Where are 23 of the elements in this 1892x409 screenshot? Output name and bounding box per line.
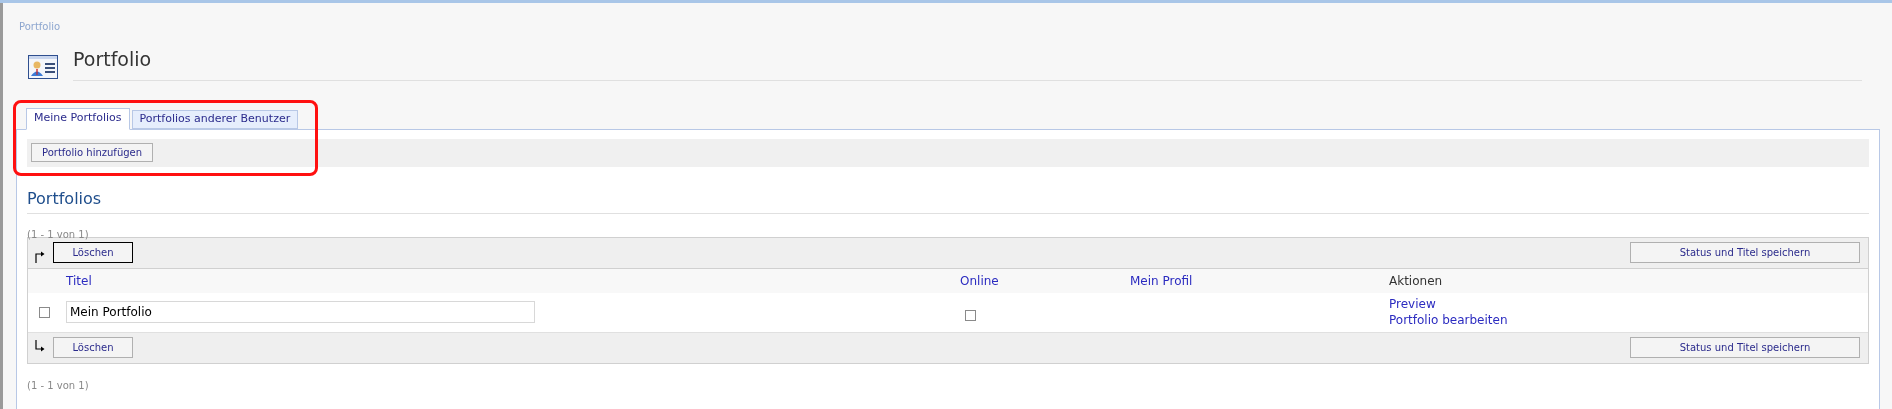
tab[interactable]: Meine Portfolios	[26, 107, 130, 130]
add-portfolio-button[interactable]: Portfolio hinzufügen	[31, 143, 154, 162]
tab[interactable]: Portfolios anderer Benutzer	[131, 109, 299, 129]
column-header[interactable]: Mein Profil	[1130, 273, 1193, 288]
delete-button[interactable]: Löschen	[53, 337, 133, 358]
save-button[interactable]: Status und Titel speichern	[1630, 242, 1860, 263]
checkbox[interactable]	[965, 309, 976, 321]
column-header[interactable]: Online	[960, 273, 999, 288]
title-field[interactable]: Mein Portfolio	[66, 301, 535, 323]
checkbox[interactable]	[39, 306, 50, 318]
column-header: Aktionen	[1389, 273, 1443, 288]
contact-card-icon	[28, 54, 58, 79]
section-heading: Portfolios	[27, 188, 102, 208]
result-count: (1 - 1 von 1)	[27, 379, 89, 391]
arrow-icon	[35, 250, 45, 263]
save-button[interactable]: Status und Titel speichern	[1630, 337, 1860, 358]
page-title: Portfolio	[73, 48, 152, 70]
action-link[interactable]: Preview	[1389, 296, 1436, 312]
result-count: (1 - 1 von 1)	[27, 228, 89, 240]
column-header[interactable]: Titel	[66, 273, 92, 288]
action-link[interactable]: Portfolio bearbeiten	[1389, 312, 1508, 328]
arrow-icon	[35, 339, 45, 352]
delete-button[interactable]: Löschen	[53, 242, 133, 263]
